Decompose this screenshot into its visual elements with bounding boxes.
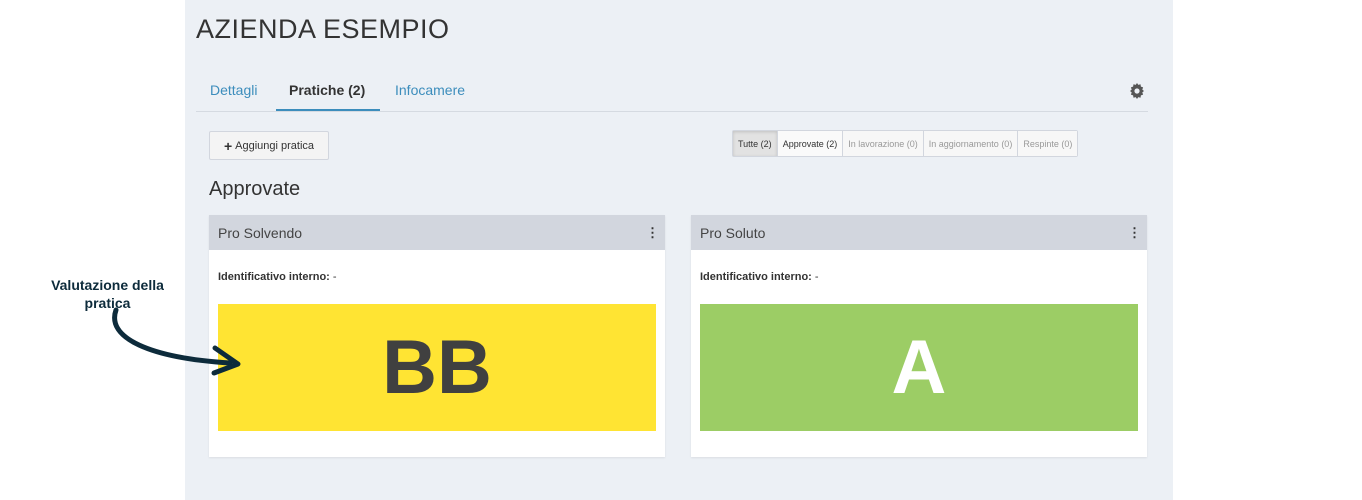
add-pratica-button[interactable]: + Aggiungi pratica — [209, 131, 329, 160]
internal-id-label: Identificativo interno: — [700, 271, 812, 283]
card-title: Pro Solvendo — [218, 224, 303, 241]
section-heading: Approvate — [209, 178, 301, 200]
plus-icon: + — [223, 137, 233, 154]
gear-icon[interactable] — [1129, 83, 1145, 99]
card-header: Pro Solvendo ⋮ — [209, 215, 665, 250]
page-title: AZIENDA ESEMPIO — [196, 14, 450, 44]
rating-box: BB — [218, 304, 656, 431]
main-panel: AZIENDA ESEMPIO Dettagli Pratiche (2) In… — [185, 0, 1173, 500]
internal-id-value: - — [814, 271, 819, 283]
pratica-card: Pro Solvendo ⋮ Identificativo interno: -… — [209, 215, 665, 457]
internal-id-value: - — [332, 271, 337, 283]
filter-approvate[interactable]: Approvate (2) — [777, 131, 844, 156]
rating-box: A — [700, 304, 1138, 431]
tab-bar: Dettagli Pratiche (2) Infocamere — [196, 74, 1148, 112]
add-pratica-label: Aggiungi pratica — [235, 139, 315, 152]
annotation-line-1: Valutazione della — [51, 277, 164, 293]
card-title: Pro Soluto — [700, 224, 766, 241]
tab-dettagli[interactable]: Dettagli — [210, 82, 257, 98]
kebab-menu-icon[interactable]: ⋮ — [646, 225, 659, 241]
internal-id: Identificativo interno: - — [218, 271, 337, 283]
filter-respinte[interactable]: Respinte (0) — [1018, 131, 1078, 156]
filter-tutte[interactable]: Tutte (2) — [733, 131, 778, 156]
pratica-card: Pro Soluto ⋮ Identificativo interno: - A — [691, 215, 1147, 457]
active-tab-indicator — [276, 109, 380, 111]
kebab-menu-icon[interactable]: ⋮ — [1128, 225, 1141, 241]
tab-infocamere[interactable]: Infocamere — [395, 82, 465, 98]
filter-in-lavorazione[interactable]: In lavorazione (0) — [843, 131, 924, 156]
card-header: Pro Soluto ⋮ — [691, 215, 1147, 250]
annotation-arrow-icon — [112, 307, 241, 376]
status-filter-group: Tutte (2) Approvate (2) In lavorazione (… — [732, 130, 1079, 157]
filter-in-aggiornamento[interactable]: In aggiornamento (0) — [923, 131, 1019, 156]
tab-pratiche[interactable]: Pratiche (2) — [289, 82, 365, 98]
internal-id-label: Identificativo interno: — [218, 271, 330, 283]
internal-id: Identificativo interno: - — [700, 271, 819, 283]
